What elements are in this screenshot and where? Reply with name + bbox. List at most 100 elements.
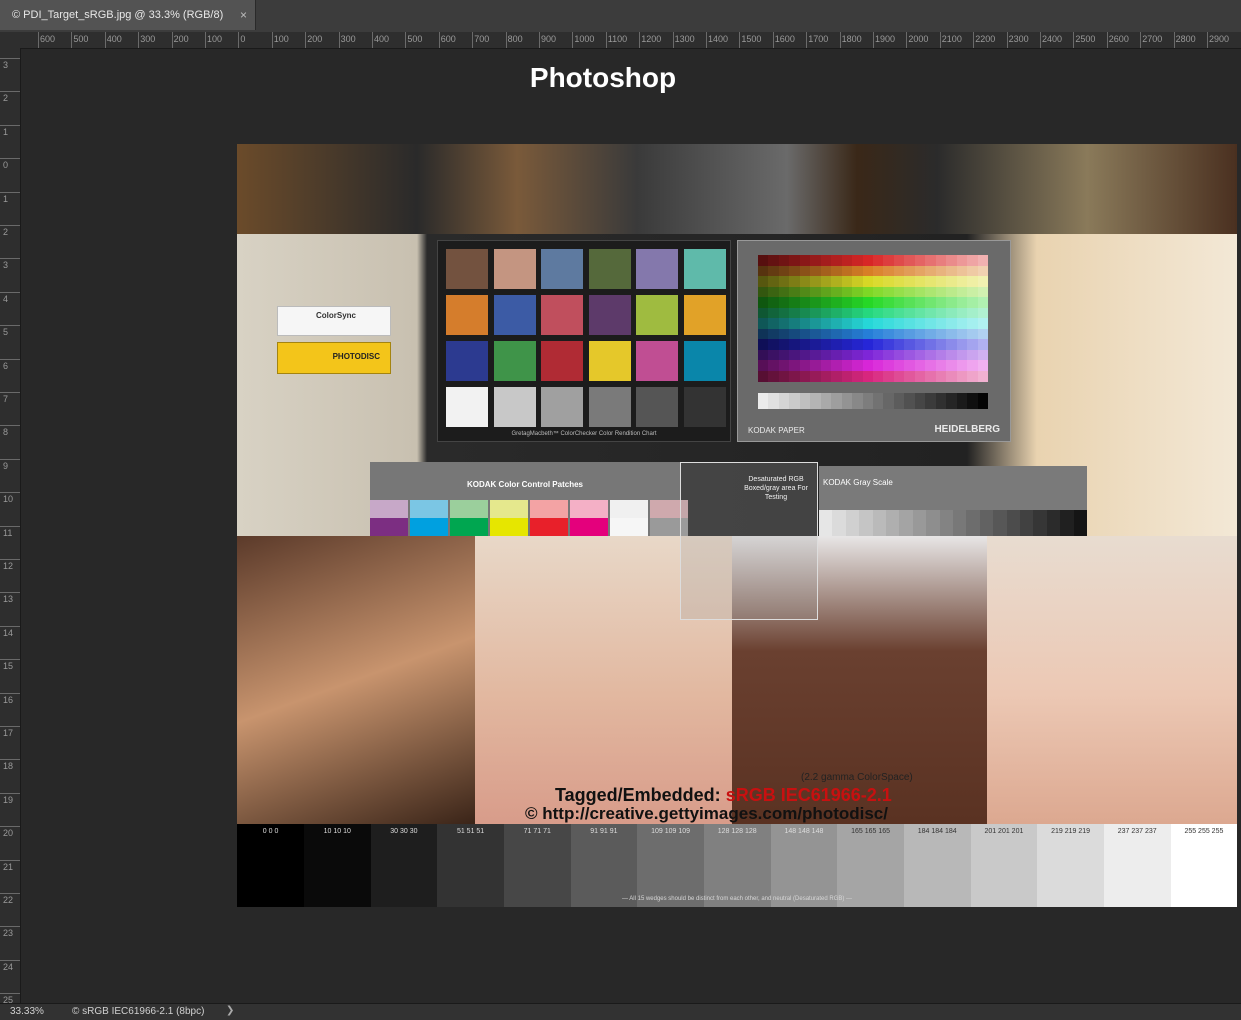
ruler-tick — [205, 32, 206, 48]
it8-patch — [789, 360, 801, 371]
horizontal-ruler[interactable]: 600 500 400 300 200 100 0 100 200 300 400 500 600 700… — [20, 32, 1241, 49]
it8-patch — [967, 370, 979, 382]
ruler-tick-label: 15 — [3, 661, 14, 672]
it8-patch — [904, 328, 916, 340]
ruler-tick — [539, 32, 540, 48]
ruler-tick — [639, 32, 641, 48]
vertical-ruler[interactable]: 3 2 1 0 1 2 3 4 5 6 7 8 9 10 11 12 13 14 15 16 17 18 19 20 21 22 2… — [0, 48, 21, 1003]
it8-patch — [904, 318, 916, 329]
ruler-tick-label: 1200 — [641, 34, 662, 44]
it8-patch — [758, 328, 769, 340]
it8-gray-patch — [799, 393, 811, 409]
ruler-tick — [0, 458, 20, 460]
it8-patch — [810, 318, 822, 329]
colorchecker-patch — [636, 249, 678, 289]
it8-patch — [852, 349, 864, 361]
tagged-prefix: Tagged/Embedded: — [555, 785, 726, 805]
ruler-tick-label: 2600 — [1108, 34, 1129, 44]
it8-patch — [904, 297, 916, 308]
ruler-tick-label: 200 — [307, 34, 323, 44]
ruler-tick — [1207, 32, 1208, 48]
it8-patch — [820, 339, 832, 350]
ruler-tick — [0, 959, 20, 961]
kodak-light-patch — [610, 500, 648, 518]
it8-gray-patch — [956, 393, 968, 409]
gray-scale-patch — [939, 510, 954, 536]
document-tab-bar: © PDI_Target_sRGB.jpg @ 33.3% (RGB/8) × — [0, 0, 1241, 32]
it8-patch — [810, 370, 822, 382]
ruler-tick — [0, 893, 20, 894]
it8-patch — [925, 297, 937, 308]
ruler-tick-label: 900 — [541, 34, 557, 44]
ruler-tick — [0, 759, 20, 761]
it8-patch — [977, 255, 989, 266]
it8-gray-patch — [883, 393, 895, 409]
it8-patch — [935, 339, 947, 350]
it8-patch — [873, 307, 884, 319]
ruler-tick — [873, 32, 874, 48]
it8-patch — [977, 360, 989, 371]
it8-patch — [893, 297, 905, 308]
kodak-solid-patch — [370, 518, 408, 536]
it8-patch — [831, 307, 843, 319]
it8-patch — [841, 276, 853, 287]
ruler-tick-label: 16 — [3, 694, 14, 705]
ruler-tick — [0, 692, 20, 694]
it8-patch — [810, 328, 822, 340]
ruler-tick — [0, 792, 20, 794]
kodak-solid-patch — [410, 518, 448, 536]
gray-wedge: 148 148 148 — [770, 824, 838, 907]
it8-patch — [925, 255, 937, 266]
ruler-tick-label: 0 — [240, 34, 246, 44]
ruler-tick — [0, 492, 20, 494]
it8-patch — [873, 339, 884, 350]
it8-gray-patch — [831, 393, 843, 409]
it8-patch — [810, 360, 822, 371]
gray-scale-patch — [912, 510, 927, 536]
it8-patch — [946, 349, 958, 361]
document-image[interactable]: ColorSync PHOTODISC GretagMacbeth™ Color… — [237, 144, 1237, 907]
it8-patch — [883, 286, 895, 298]
zoom-level[interactable]: 33.33% — [10, 1006, 44, 1017]
it8-patch — [862, 307, 874, 319]
it8-patch — [977, 318, 989, 329]
gray-wedge-label: 10 10 10 — [323, 828, 351, 835]
ruler-tick — [0, 559, 20, 560]
photodisc-label: PHOTODISC — [332, 352, 380, 361]
ruler-tick-label: 100 — [273, 34, 289, 44]
it8-patch — [935, 360, 947, 371]
ruler-tick-label: 1600 — [774, 34, 795, 44]
it8-patch — [883, 297, 895, 308]
it8-patch — [768, 276, 780, 287]
it8-patch — [883, 328, 895, 340]
it8-patch — [914, 370, 926, 382]
colorchecker-patch — [493, 295, 536, 335]
document-tab[interactable]: © PDI_Target_sRGB.jpg @ 33.3% (RGB/8) × — [0, 0, 256, 30]
status-menu-chevron-icon[interactable]: ❯ — [226, 1005, 234, 1016]
it8-gray-patch — [873, 393, 884, 409]
ruler-tick — [104, 32, 106, 48]
gray-wedge-label: 219 219 219 — [1051, 828, 1091, 835]
ruler-tick-label: 23 — [3, 928, 14, 939]
it8-patch — [904, 339, 916, 350]
ruler-tick-label: 1300 — [674, 34, 695, 44]
it8-patch — [925, 339, 937, 350]
close-icon[interactable]: × — [240, 0, 247, 30]
it8-patch — [862, 360, 874, 371]
ruler-tick-label: 3 — [3, 260, 9, 271]
it8-patch — [946, 328, 958, 340]
gray-scale-patch — [899, 510, 913, 536]
gray-wedge: 109 109 109 — [637, 824, 705, 907]
it8-patch — [904, 276, 916, 287]
ruler-tick — [305, 32, 307, 48]
it8-patch — [977, 286, 989, 298]
it8-gray-patch — [810, 393, 822, 409]
gray-wedge-label: 165 165 165 — [851, 828, 891, 835]
gray-wedge-label: 109 109 109 — [651, 828, 691, 835]
ruler-tick — [0, 325, 20, 327]
it8-patch — [893, 286, 905, 298]
it8-patch — [956, 297, 968, 308]
ruler-tick-label: 300 — [340, 34, 356, 44]
it8-patch — [810, 255, 822, 266]
ruler-tick-label: 1400 — [708, 34, 729, 44]
